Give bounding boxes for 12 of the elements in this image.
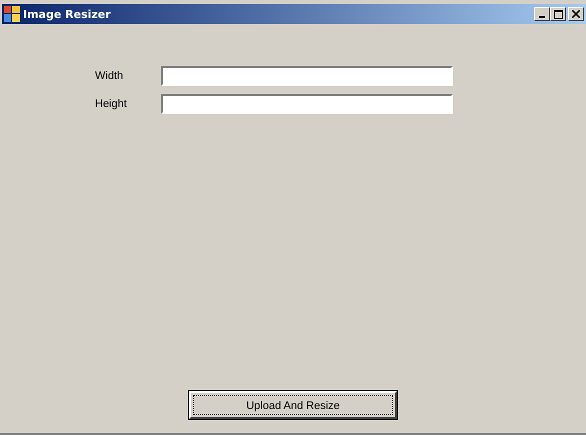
close-button[interactable] [568,7,584,21]
app-icon [4,6,20,22]
input-field[interactable] [161,94,453,114]
upload-button[interactable]: Upload And Resize [189,391,397,419]
input-field[interactable] [161,66,453,86]
close-icon [572,10,580,18]
window-title: Image Resizer [23,8,111,20]
minimize-button[interactable] [534,7,550,21]
maximize-button[interactable] [550,7,566,21]
field-label: Height [95,98,128,110]
maximize-icon [554,10,562,18]
field-label: Width [95,70,124,82]
